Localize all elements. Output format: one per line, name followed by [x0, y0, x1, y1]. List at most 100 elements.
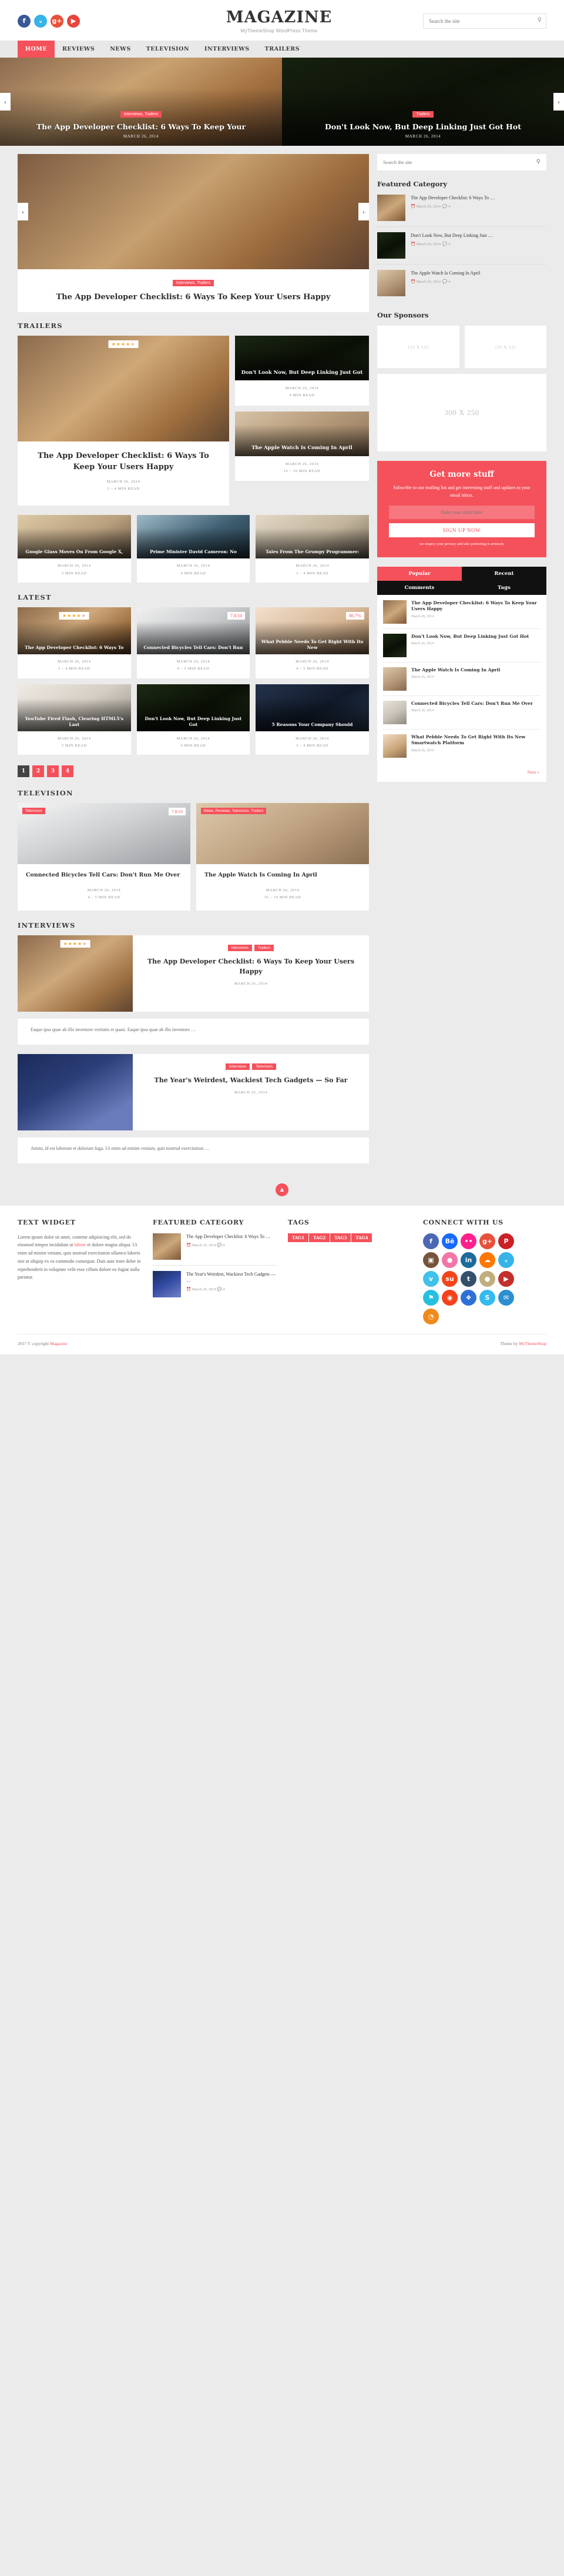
hero-prev-button[interactable]: ‹	[18, 203, 28, 220]
hero-title[interactable]: The App Developer Checklist: 6 Ways To K…	[27, 293, 360, 302]
trailers-side-card[interactable]: The Apple Watch Is Coming In April MARCH…	[235, 411, 369, 481]
interview-title[interactable]: The App Developer Checklist: 6 Ways To K…	[145, 957, 357, 976]
footer-text-link[interactable]: labore	[74, 1242, 86, 1247]
sponsor-ad-300x250[interactable]: 300 X 250	[377, 374, 546, 451]
nav-item-home[interactable]: HOME	[18, 41, 55, 58]
latest-title[interactable]: Connected Bicycles Tell Cars: Don't Run	[137, 645, 250, 651]
flickr-icon[interactable]: ••	[461, 1233, 476, 1249]
site-branding[interactable]: MAGAZINE MyThemeShop WordPress Theme	[135, 8, 423, 34]
nav-item-television[interactable]: TELEVISION	[139, 41, 197, 58]
latest-card[interactable]: YouTube Fired Flash, Clearing HTML5's La…	[18, 684, 131, 755]
item-title[interactable]: The App Developer Checklist: 6 Ways To K…	[411, 600, 540, 613]
tab-tags[interactable]: Tags	[462, 580, 546, 595]
item-title[interactable]: Connected Bicycles Tell Cars: Don't Run …	[411, 701, 533, 707]
search-input[interactable]	[423, 13, 546, 29]
interview-title[interactable]: The Year's Weirdest, Wackiest Tech Gadge…	[145, 1076, 357, 1086]
tag-link-3[interactable]: TAG3	[330, 1233, 352, 1242]
behance-icon[interactable]: Bē	[442, 1233, 458, 1249]
tag-link-4[interactable]: TAG4	[351, 1233, 373, 1242]
item-title[interactable]: The Apple Watch Is Coming In April	[411, 270, 546, 276]
featured-item[interactable]: Don't Look Now, But Deep Linking Just … …	[377, 232, 546, 265]
nav-item-reviews[interactable]: REVIEWS	[55, 41, 102, 58]
stumbleupon-icon[interactable]: su	[442, 1270, 458, 1287]
page-button-3[interactable]: 3	[47, 765, 59, 778]
slide-category-badge[interactable]: Trailers	[412, 111, 434, 118]
trailers-featured-title[interactable]: The App Developer Checklist: 6 Ways To K…	[28, 451, 219, 473]
nav-item-trailers[interactable]: TRAILERS	[257, 41, 307, 58]
trailers-side-card[interactable]: Don't Look Now, But Deep Linking Just Go…	[235, 336, 369, 406]
github-icon[interactable]: ●	[479, 1270, 495, 1287]
tag-link-2[interactable]: TAG2	[309, 1233, 331, 1242]
featured-item[interactable]: The Apple Watch Is Coming In April ⏰ Mar…	[377, 270, 546, 302]
popular-post-row[interactable]: Connected Bicycles Tell Cars: Don't Run …	[383, 700, 540, 730]
television-card[interactable]: News, Reviews, Television, Trailers The …	[196, 803, 369, 911]
article-card[interactable]: Prime Minister David Cameron: No MARCH 2…	[136, 515, 250, 583]
arrow-up-icon[interactable]: ▲	[276, 1183, 288, 1196]
email-icon[interactable]: ✉	[498, 1289, 514, 1306]
category-badge[interactable]: Interviews	[226, 1063, 250, 1070]
slider-next-button[interactable]: ›	[553, 93, 564, 111]
item-title[interactable]: What Pebble Needs To Get Right With Its …	[411, 734, 540, 747]
top-slide-left[interactable]: Interviews, Trailers The App Developer C…	[0, 58, 282, 146]
tag-link-1[interactable]: TAG1	[288, 1233, 310, 1242]
facebook-icon[interactable]: f	[423, 1233, 439, 1249]
dribbble-icon[interactable]: ●	[442, 1252, 458, 1268]
popular-post-row[interactable]: The App Developer Checklist: 6 Ways To K…	[383, 600, 540, 629]
hero-category-badge[interactable]: Interviews, Trailers	[172, 280, 214, 286]
newsletter-email-input[interactable]	[389, 506, 535, 520]
page-button-2[interactable]: 2	[32, 765, 44, 778]
item-title[interactable]: The App Developer Checklist: 6 Ways To …	[411, 195, 546, 201]
google-plus-icon[interactable]: g+	[51, 14, 63, 28]
category-badge[interactable]: News, Reviews, Television, Trailers	[201, 808, 267, 815]
page-button-1[interactable]: 1	[18, 765, 29, 778]
twitter-icon[interactable]: ᵥ	[498, 1252, 514, 1268]
trailers-side-title[interactable]: The Apple Watch Is Coming In April	[235, 445, 369, 451]
search-icon[interactable]: ⚲	[538, 17, 542, 24]
latest-card[interactable]: ★★★★★ The App Developer Checklist: 6 Way…	[18, 607, 131, 678]
theme-credit-link[interactable]: MyThemeShop	[519, 1341, 546, 1346]
soundcloud-icon[interactable]: ☁	[479, 1252, 495, 1268]
slide-title[interactable]: Don't Look Now, But Deep Linking Just Go…	[288, 122, 558, 131]
pinterest-icon[interactable]: P	[498, 1233, 514, 1249]
television-card[interactable]: Television 7.8/10 Connected Bicycles Tel…	[18, 803, 190, 911]
instagram-icon[interactable]: ▣	[423, 1252, 439, 1268]
dropbox-icon[interactable]: ❖	[461, 1289, 476, 1306]
popular-post-row[interactable]: What Pebble Needs To Get Right With Its …	[383, 734, 540, 762]
slide-category-badge[interactable]: Interviews, Trailers	[120, 111, 162, 118]
article-title[interactable]: Tales From The Grumpy Programmer:	[256, 549, 369, 555]
featured-item[interactable]: The App Developer Checklist: 6 Ways To ……	[153, 1233, 276, 1266]
latest-card[interactable]: Don't Look Now, But Deep Linking Just Go…	[136, 684, 250, 755]
popular-post-row[interactable]: The Apple Watch Is Coming In April March …	[383, 667, 540, 696]
latest-card[interactable]: 86.7% What Pebble Needs To Get Right Wit…	[256, 607, 369, 678]
tab-popular[interactable]: Popular	[377, 566, 462, 581]
search-icon[interactable]: ⚲	[536, 159, 540, 165]
item-title[interactable]: The Year's Weirdest, Wackiest Tech Gadge…	[186, 1271, 276, 1284]
sponsor-ad-125-2[interactable]: 125 X 125	[464, 326, 546, 368]
featured-item[interactable]: The Year's Weirdest, Wackiest Tech Gadge…	[153, 1270, 276, 1303]
back-to-top[interactable]: ▲	[0, 1183, 564, 1196]
facebook-icon[interactable]: f	[18, 14, 31, 28]
google-plus-icon[interactable]: g+	[479, 1233, 495, 1249]
tab-recent[interactable]: Recent	[462, 566, 546, 581]
television-title[interactable]: Connected Bicycles Tell Cars: Don't Run …	[26, 871, 182, 879]
article-title[interactable]: Google Glass Moves On From Google X,	[18, 549, 131, 555]
item-title[interactable]: The App Developer Checklist: 6 Ways To …	[186, 1233, 276, 1240]
item-title[interactable]: Don't Look Now, But Deep Linking Just Go…	[411, 634, 529, 640]
trailers-featured-card[interactable]: ★★★★★ The App Developer Checklist: 6 Way…	[18, 336, 229, 506]
twitter-icon[interactable]: ᵥ	[34, 14, 47, 28]
article-title[interactable]: Prime Minister David Cameron: No	[137, 549, 250, 555]
page-button-4[interactable]: 4	[62, 765, 73, 778]
hero-image[interactable]: ‹ ›	[18, 154, 369, 269]
latest-title[interactable]: YouTube Fired Flash, Clearing HTML5's La…	[18, 716, 131, 728]
interview-card[interactable]: ★★★★★ Interviews Trailers The App Develo…	[18, 935, 369, 1012]
popular-post-row[interactable]: Don't Look Now, But Deep Linking Just Go…	[383, 633, 540, 663]
latest-title[interactable]: What Pebble Needs To Get Right With Its …	[256, 639, 369, 651]
copyright-link[interactable]: Magazine	[50, 1341, 68, 1346]
nav-item-interviews[interactable]: INTERVIEWS	[197, 41, 257, 58]
latest-title[interactable]: Don't Look Now, But Deep Linking Just Go…	[137, 716, 250, 728]
featured-item[interactable]: The App Developer Checklist: 6 Ways To ……	[377, 195, 546, 227]
vimeo-icon[interactable]: v	[423, 1270, 439, 1287]
category-badge[interactable]: Television	[252, 1063, 276, 1070]
rss-icon[interactable]: ◔	[423, 1308, 439, 1324]
category-badge[interactable]: Interviews	[227, 945, 252, 952]
